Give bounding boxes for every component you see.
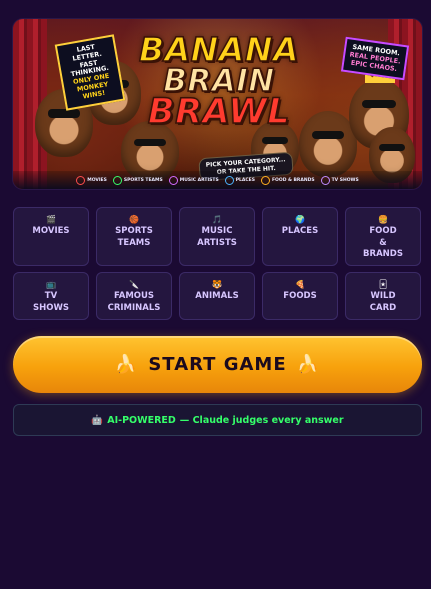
category-button[interactable]: 🍕 FOODS <box>262 272 338 320</box>
category-label: SPORTS TEAMS <box>115 226 153 248</box>
category-button[interactable]: 🎬 MOVIES <box>13 207 89 266</box>
category-button[interactable]: 🌍 PLACES <box>262 207 338 266</box>
banana-icon: 🍌 <box>296 354 321 375</box>
category-label: FAMOUS CRIMINALS <box>107 291 161 313</box>
category-label: ANIMALS <box>195 291 239 301</box>
title-line: BRAWL <box>147 92 291 132</box>
category-button[interactable]: 🏀 SPORTS TEAMS <box>96 207 172 266</box>
strip-label: MUSIC ARTISTS <box>179 177 219 183</box>
category-label: FOOD & BRANDS <box>363 226 403 259</box>
title-line: BANANA <box>138 30 299 69</box>
category-icon: 🍔 <box>378 215 388 224</box>
category-button[interactable]: 🐯 ANIMALS <box>179 272 255 320</box>
category-label: TV SHOWS <box>33 291 69 313</box>
category-button[interactable]: 🃏 WILD CARD <box>345 272 421 320</box>
music-icon <box>168 175 178 185</box>
game-title: BANANA BRAIN BRAWL <box>131 30 307 132</box>
ai-powered-notice: 🤖 AI-POWERED — Claude judges every answe… <box>13 404 422 436</box>
ball-icon <box>112 175 122 185</box>
category-icon: 🎵 <box>212 215 222 224</box>
strip-label: PLACES <box>235 177 255 183</box>
category-button[interactable]: 📺 TV SHOWS <box>13 272 89 320</box>
category-icon: 🎬 <box>46 215 56 224</box>
category-button[interactable]: 🍔 FOOD & BRANDS <box>345 207 421 266</box>
tv-icon <box>320 175 330 185</box>
strip-item: MUSIC ARTISTS <box>168 175 219 185</box>
category-icon: 🏀 <box>129 215 139 224</box>
category-icon: 🌍 <box>295 215 305 224</box>
right-sign: SAME ROOM. REAL PEOPLE. EPIC CHAOS. <box>340 36 410 81</box>
category-button[interactable]: 🔪 FAMOUS CRIMINALS <box>96 272 172 320</box>
film-icon <box>76 175 86 185</box>
ai-judge-text: — Claude judges every answer <box>179 414 344 426</box>
strip-item: PLACES <box>224 175 255 185</box>
banana-icon: 🍌 <box>114 354 139 375</box>
category-icon: 🍕 <box>295 280 305 289</box>
strip-item: MOVIES <box>76 175 107 185</box>
food-icon <box>260 175 270 185</box>
category-icon: 🐯 <box>212 280 222 289</box>
strip-label: SPORTS TEAMS <box>123 177 163 183</box>
category-icon: 📺 <box>46 280 56 289</box>
start-game-label: START GAME <box>148 354 287 375</box>
strip-item: TV SHOWS <box>320 175 359 185</box>
strip-label: FOOD & BRANDS <box>271 177 315 183</box>
strip-item: SPORTS TEAMS <box>112 175 163 185</box>
strip-label: MOVIES <box>87 177 107 183</box>
category-label: PLACES <box>281 226 319 236</box>
strip-item: FOOD & BRANDS <box>260 175 315 185</box>
start-game-button[interactable]: 🍌 START GAME 🍌 <box>13 336 422 393</box>
left-sign: LAST LETTER. FAST THINKING. ONLY ONE MON… <box>54 34 126 111</box>
game-banner: LAST LETTER. FAST THINKING. ONLY ONE MON… <box>13 19 422 189</box>
category-icon: 🔪 <box>129 280 139 289</box>
category-label: MOVIES <box>32 226 70 236</box>
category-label: FOODS <box>283 291 317 301</box>
ai-powered-label: AI-POWERED <box>107 414 176 426</box>
globe-icon <box>224 175 234 185</box>
category-icon: 🃏 <box>378 280 388 289</box>
category-label: WILD CARD <box>369 291 397 313</box>
category-label: MUSIC ARTISTS <box>197 226 237 248</box>
category-strip: MOVIES SPORTS TEAMS MUSIC ARTISTS PLACES FOO… <box>13 171 422 189</box>
robot-icon: 🤖 <box>91 414 104 426</box>
strip-label: TV SHOWS <box>331 177 359 183</box>
category-button[interactable]: 🎵 MUSIC ARTISTS <box>179 207 255 266</box>
